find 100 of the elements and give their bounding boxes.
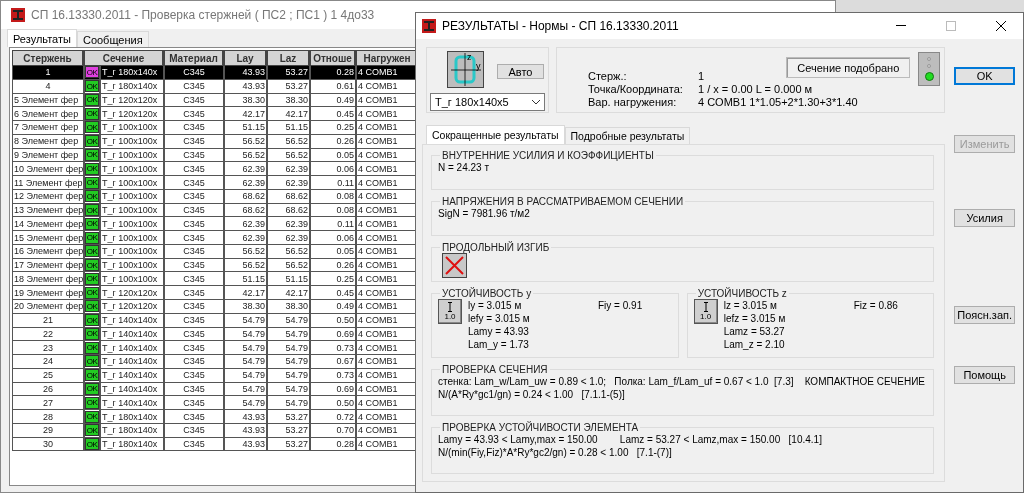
table-cell[interactable]: 62.39 (224, 231, 267, 245)
table-cell[interactable]: C345 (164, 355, 224, 369)
table-cell[interactable]: 4 COMB1 (356, 66, 415, 80)
tab[interactable]: Сокращенные результаты (426, 125, 565, 144)
table-cell[interactable]: 43.93 (224, 410, 267, 424)
table-cell[interactable]: 54.79 (224, 396, 267, 411)
column-header[interactable]: Laz (267, 50, 310, 66)
table-cell[interactable]: 42.17 (224, 107, 267, 122)
table-cell[interactable]: 54.79 (224, 341, 267, 356)
table-cell[interactable]: 10 Элемент фер (12, 162, 84, 177)
table-cell[interactable]: 0.45 (310, 286, 356, 300)
table-cell[interactable]: T_г 140x140x (100, 355, 164, 369)
table-cell[interactable]: 4 COMB1 (356, 410, 415, 424)
table-cell[interactable]: 19 Элемент фер (12, 286, 84, 300)
table-cell[interactable]: T_г 100x100x (100, 176, 164, 190)
table-cell[interactable]: C345 (164, 231, 224, 245)
table-cell[interactable]: C345 (164, 272, 224, 287)
table-cell[interactable]: C345 (164, 410, 224, 424)
table-cell[interactable]: 62.39 (224, 176, 267, 190)
table-cell[interactable]: 38.30 (267, 300, 310, 314)
column-header[interactable]: Отноше (310, 50, 356, 66)
close-icon[interactable] (996, 21, 1006, 31)
table-cell[interactable]: C345 (164, 107, 224, 122)
table-cell[interactable]: 62.39 (267, 217, 310, 232)
profile-dropdown[interactable]: T_г 180x140x5 (430, 93, 545, 111)
tab[interactable]: Подробные результаты (564, 127, 691, 144)
table-cell[interactable]: 62.39 (224, 162, 267, 177)
column-header[interactable]: Lay (224, 50, 267, 66)
table-cell[interactable]: 54.79 (267, 341, 310, 356)
tab[interactable]: Сообщения (76, 31, 149, 47)
table-cell[interactable]: 62.39 (267, 231, 310, 245)
dialog-button[interactable]: Поясн.зап. (954, 306, 1015, 324)
table-cell[interactable]: 54.79 (224, 355, 267, 369)
table-cell[interactable]: 1 (12, 66, 84, 80)
table-cell[interactable]: 0.49 (310, 300, 356, 314)
table-cell[interactable]: 53.27 (267, 410, 310, 424)
minimize-icon[interactable] (896, 25, 906, 27)
table-cell[interactable]: T_г 140x140x (100, 396, 164, 411)
table-cell[interactable]: 0.06 (310, 231, 356, 245)
table-cell[interactable]: 0.25 (310, 272, 356, 287)
cross-icon[interactable] (442, 253, 467, 278)
table-cell[interactable]: 51.15 (224, 272, 267, 287)
column-header[interactable]: Стержень (12, 50, 84, 66)
table-cell[interactable]: T_г 120x120x (100, 107, 164, 122)
table-cell[interactable]: 0.73 (310, 341, 356, 356)
table-cell[interactable]: 51.15 (224, 121, 267, 135)
effective-length-button[interactable]: 1.0 (693, 299, 718, 324)
table-cell[interactable]: 18 Элемент фер (12, 272, 84, 287)
table-cell[interactable]: 4 COMB1 (356, 272, 415, 287)
table-cell[interactable]: 0.28 (310, 66, 356, 80)
tube-section-drawing[interactable]: z y (447, 51, 484, 88)
table-cell[interactable]: 4 COMB1 (356, 107, 415, 122)
column-header[interactable]: Материал (164, 50, 224, 66)
table-cell[interactable]: C345 (164, 300, 224, 314)
table-cell[interactable]: 7 Элемент фер (12, 121, 84, 135)
table-cell[interactable]: C345 (164, 66, 224, 80)
table-cell[interactable]: C345 (164, 121, 224, 135)
table-cell[interactable]: 20 Элемент фер (12, 300, 84, 314)
table-cell[interactable]: C345 (164, 162, 224, 177)
table-cell[interactable]: 42.17 (267, 286, 310, 300)
table-cell[interactable]: T_г 100x100x (100, 121, 164, 135)
table-cell[interactable]: 62.39 (267, 176, 310, 190)
table-cell[interactable]: 28 (12, 410, 84, 424)
table-cell[interactable]: T_г 100x100x (100, 272, 164, 287)
dialog-button[interactable]: OK (954, 67, 1015, 85)
table-cell[interactable]: 0.67 (310, 355, 356, 369)
table-cell[interactable]: 0.06 (310, 162, 356, 177)
table-cell[interactable]: 0.45 (310, 107, 356, 122)
table-cell[interactable]: 4 COMB1 (356, 121, 415, 135)
table-cell[interactable]: T_г 120x120x (100, 286, 164, 300)
dialog-button[interactable]: Помощь (954, 366, 1015, 384)
table-cell[interactable]: 11 Элемент фер (12, 176, 84, 190)
table-cell[interactable]: 0.25 (310, 121, 356, 135)
table-cell[interactable]: 4 COMB1 (356, 217, 415, 232)
dialog-button[interactable]: Усилия (954, 209, 1015, 227)
table-cell[interactable]: T_г 180x140x (100, 66, 164, 80)
table-cell[interactable]: T_г 140x140x (100, 341, 164, 356)
table-cell[interactable]: 54.79 (267, 355, 310, 369)
table-cell[interactable]: 4 COMB1 (356, 341, 415, 356)
table-cell[interactable]: 51.15 (267, 121, 310, 135)
table-cell[interactable]: 4 COMB1 (356, 396, 415, 411)
table-cell[interactable]: C345 (164, 176, 224, 190)
table-cell[interactable]: 4 COMB1 (356, 355, 415, 369)
table-cell[interactable]: 54.79 (267, 396, 310, 411)
table-cell[interactable]: 0.11 (310, 176, 356, 190)
table-cell[interactable]: 27 (12, 396, 84, 411)
table-cell[interactable]: 15 Элемент фер (12, 231, 84, 245)
table-cell[interactable]: 0.72 (310, 410, 356, 424)
table-cell[interactable]: 42.17 (267, 107, 310, 122)
column-header[interactable]: Сечение (84, 50, 164, 66)
table-cell[interactable]: C345 (164, 396, 224, 411)
table-cell[interactable]: T_г 100x100x (100, 231, 164, 245)
table-cell[interactable]: T_г 180x140x (100, 410, 164, 424)
table-cell[interactable]: 4 COMB1 (356, 176, 415, 190)
table-cell[interactable]: C345 (164, 217, 224, 232)
table-cell[interactable]: 53.27 (267, 66, 310, 80)
table-cell[interactable]: 4 COMB1 (356, 231, 415, 245)
table-cell[interactable]: 4 COMB1 (356, 286, 415, 300)
effective-length-button[interactable]: 1.0 (438, 299, 462, 324)
table-cell[interactable]: 62.39 (267, 162, 310, 177)
